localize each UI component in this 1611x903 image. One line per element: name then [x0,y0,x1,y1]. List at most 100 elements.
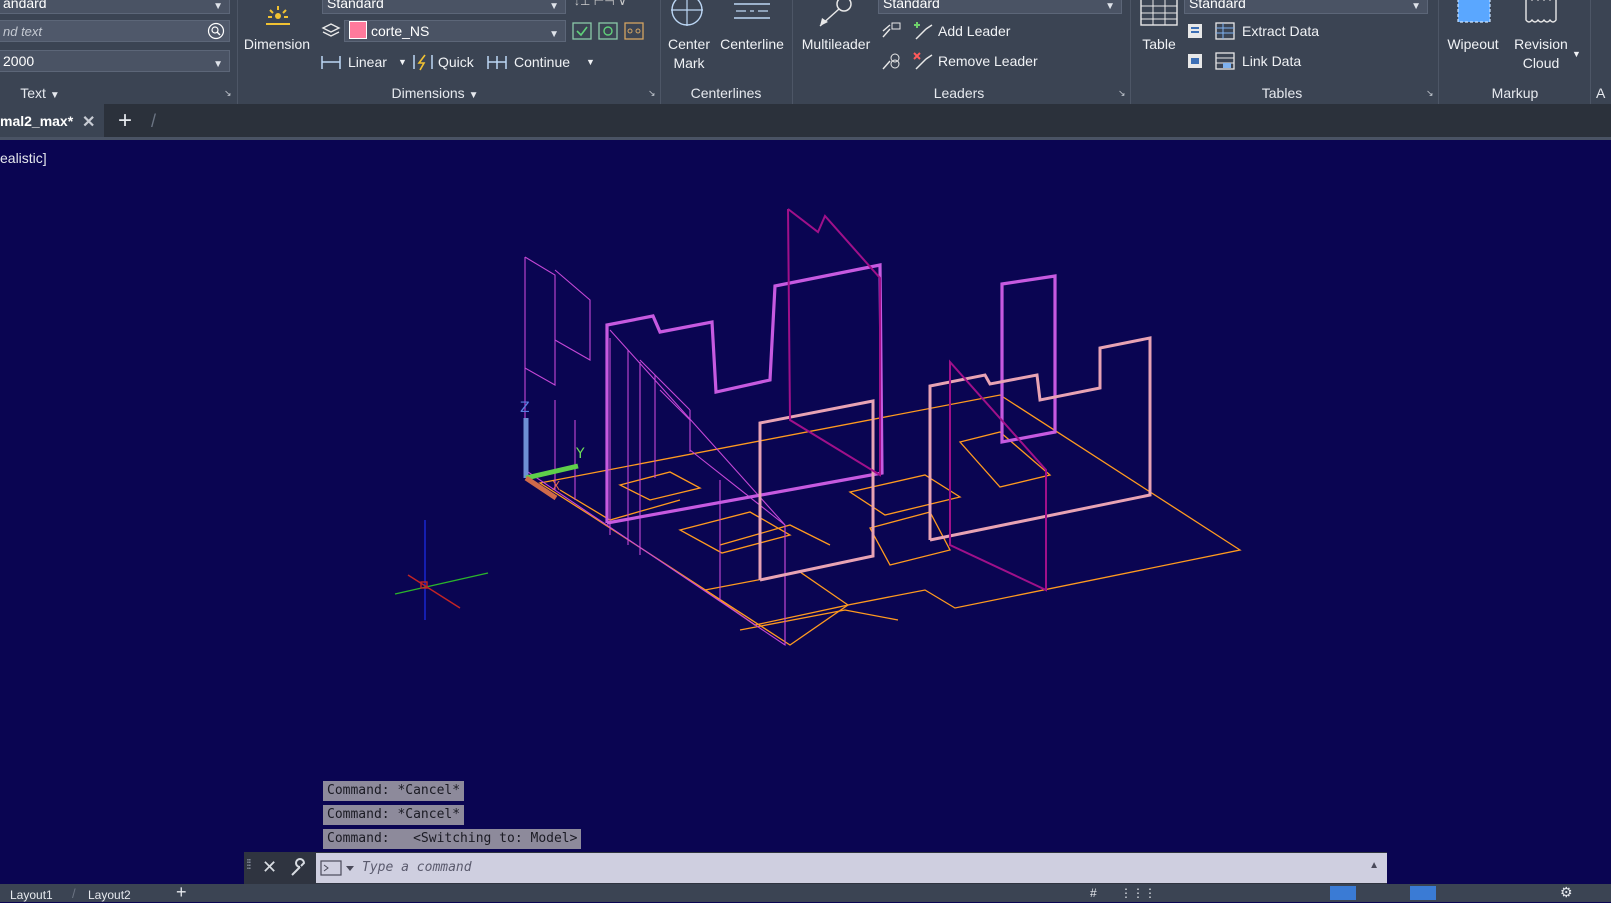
layout2-tab[interactable]: Layout2 [88,888,131,902]
chevron-down-icon: ▼ [49,90,60,101]
multileader-button[interactable]: Multileader [794,0,878,60]
add-layout-icon[interactable]: + [176,882,187,903]
file-tab-bar: mal2_max* ✕ + / [0,104,1611,138]
remove-leader-icon [913,52,933,70]
panel-launcher-icon[interactable]: ↘ [224,88,232,99]
dim-update-icon[interactable]: ↓⊥ ⊢⊣ ∨ [574,0,627,8]
ribbon: andard ▼ nd text 2000 ▼ Text ▼ ↘ Dimension… [0,0,1611,105]
table-button[interactable]: Table [1132,0,1186,60]
revision-cloud-icon [1525,0,1557,23]
dimensions-panel-title[interactable]: Dimensions ▼ [380,84,490,102]
panel-divider [237,0,238,104]
add-leader-button[interactable]: Add Leader [912,21,1042,41]
command-history-line: Command: <Switching to: Model> [323,829,582,849]
text-height-combo[interactable]: 2000 ▼ [0,50,230,72]
grid-toggle-icon[interactable]: # [1090,886,1097,900]
panel-divider [1130,0,1131,104]
dimension-layer-combo[interactable]: corte_NS ▼ [344,20,566,42]
next-panel-title: A [1596,85,1606,101]
link-data-button[interactable]: Link Data [1214,51,1334,71]
chevron-down-icon[interactable]: ▼ [1105,0,1115,13]
grip-handle-icon[interactable]: ⁞⁞ [246,856,252,872]
tab-divider: / [72,886,76,901]
panel-launcher-icon[interactable]: ↘ [1426,88,1434,99]
close-icon[interactable]: ✕ [262,857,277,878]
layers-icon [321,23,341,37]
status-bar: Layout1 / Layout2 + # ⋮⋮⋮ ⚙ [0,882,1611,903]
tab-divider: / [151,111,157,131]
chevron-down-icon[interactable]: ▼ [213,55,223,71]
customize-wrench-icon[interactable] [289,858,309,878]
wipeout-button[interactable]: Wipeout [1440,0,1506,60]
multileader-icon [819,0,852,27]
dim-baseline-icon[interactable] [572,21,644,46]
quick-dimension-button[interactable]: Quick [412,52,482,72]
chevron-down-icon[interactable]: ▼ [398,53,407,71]
center-mark-icon [671,0,703,26]
panel-launcher-icon[interactable]: ↘ [1118,88,1126,99]
centerlines-panel-title: Centerlines [690,85,762,101]
chevron-down-icon[interactable]: ▼ [213,0,223,13]
svg-text:Y: Y [575,446,585,462]
collect-leaders-icon[interactable] [880,51,902,71]
dimension-style-combo[interactable]: Standard ▼ [322,0,566,14]
svg-text:Z: Z [520,400,530,416]
centerline-button[interactable]: Centerline [714,0,790,60]
markup-panel-title: Markup [1491,85,1539,101]
panel-divider [792,0,793,104]
command-prompt-icon[interactable] [320,860,356,876]
chevron-down-icon[interactable]: ▼ [549,0,559,13]
new-tab-plus-icon[interactable]: + [118,107,132,135]
panel-divider [1438,0,1439,104]
chevron-up-icon[interactable]: ▲ [1369,860,1379,871]
pink-elevations [758,336,1152,582]
drawing-canvas[interactable]: Z Y X [0,140,1611,852]
osnap-toggle-icon[interactable] [1410,886,1436,900]
center-mark-button[interactable]: Center Mark [662,0,716,76]
remove-leader-button[interactable]: Remove Leader [912,51,1062,71]
snap-toggle-icon[interactable]: ⋮⋮⋮ [1120,886,1156,900]
align-leaders-icon[interactable] [880,21,902,41]
table-icon [1140,0,1178,26]
dimension-icon [266,6,290,25]
leaders-panel-title: Leaders [933,85,985,101]
text-panel-title[interactable]: Text ▼ [0,84,80,102]
find-text-input[interactable]: nd text [0,20,230,42]
chevron-down-icon[interactable]: ▼ [549,25,559,41]
chevron-down-icon[interactable]: ▼ [586,53,595,71]
origin-crosshair [394,520,489,620]
link-data-icon [1215,52,1235,70]
table-style-combo[interactable]: Standard ▼ [1184,0,1428,14]
chevron-down-icon[interactable]: ▼ [1411,0,1421,13]
download-from-source-icon[interactable] [1186,51,1206,71]
command-history-line: Command: *Cancel* [323,805,465,825]
panel-divider [1590,0,1591,104]
command-history-line: Command: *Cancel* [323,781,465,801]
multileader-style-combo[interactable]: Standard ▼ [878,0,1122,14]
continue-dimension-button[interactable]: Continue ▼ [486,52,596,72]
add-leader-icon [914,22,933,40]
revision-cloud-button[interactable]: Revision Cloud ▼ [1508,0,1581,76]
text-style-combo[interactable]: andard ▼ [0,0,230,14]
chevron-down-icon[interactable]: ▼ [1572,45,1581,63]
linear-dimension-button[interactable]: Linear ▼ [320,52,410,72]
linear-dimension-icon [321,56,341,69]
tables-panel-title: Tables [1261,85,1303,101]
chevron-down-icon: ▼ [468,90,479,101]
find-icon[interactable] [207,22,225,41]
command-input[interactable]: Type a command ▲ [316,853,1387,883]
centerline-icon [734,3,770,19]
data-link-icon[interactable] [1186,21,1206,41]
layout1-tab[interactable]: Layout1 [10,888,53,902]
panel-launcher-icon[interactable]: ↘ [648,88,656,99]
close-icon[interactable]: ✕ [82,112,95,132]
settings-gear-icon[interactable]: ⚙ [1560,884,1573,901]
quick-dimension-icon [413,54,433,71]
ortho-toggle-icon[interactable] [1330,886,1356,900]
svg-text:X: X [552,479,560,493]
continue-dimension-icon [487,56,507,69]
left-wall-wireframe [524,256,786,647]
extract-data-button[interactable]: Extract Data [1214,21,1344,41]
file-tab-active[interactable]: mal2_max* ✕ [0,104,104,138]
dimension-button[interactable]: Dimension [240,0,314,60]
